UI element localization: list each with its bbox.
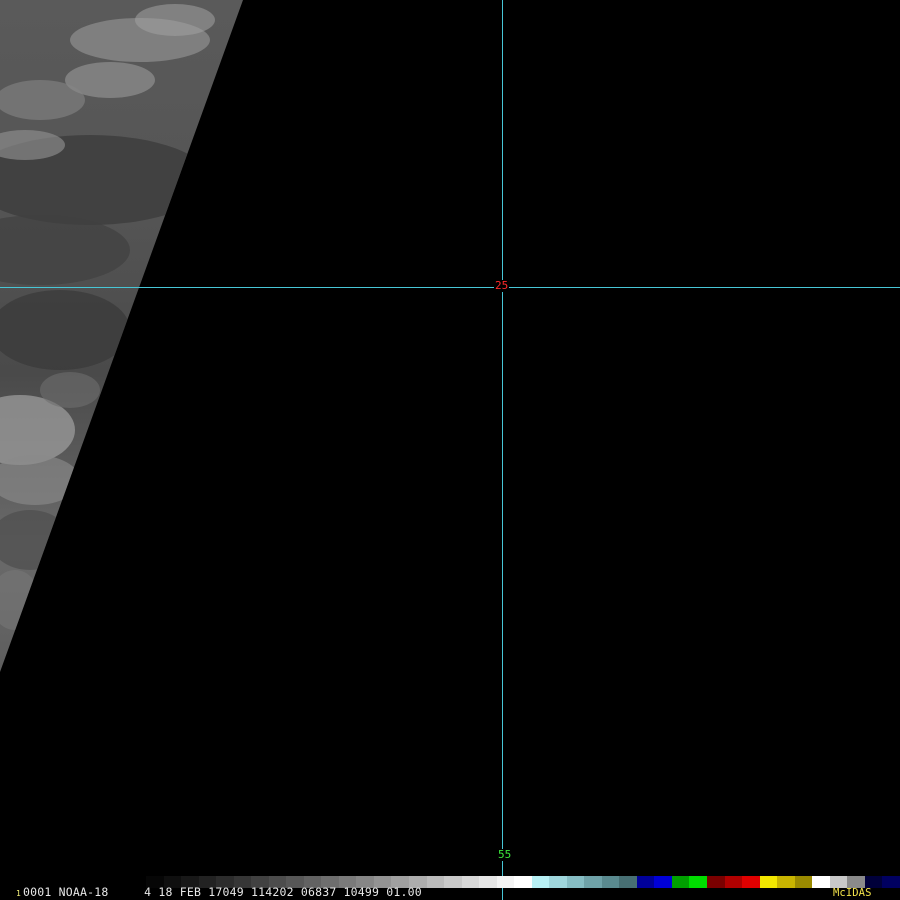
latitude-grid-line <box>0 287 900 288</box>
color-scale-segment <box>514 876 532 888</box>
color-scale-segment <box>777 876 795 888</box>
color-scale-segment <box>496 876 515 888</box>
status-bar: 1 0001 NOAA-18 4 18 FEB 17049 114202 068… <box>0 876 900 900</box>
satellite-imagery <box>0 0 243 672</box>
color-scale-segment <box>707 876 725 888</box>
color-scale-segment <box>794 876 813 888</box>
color-scale-segment <box>601 876 620 888</box>
longitude-label: 55 <box>497 848 513 861</box>
color-scale-segment <box>689 876 707 888</box>
color-scale-segment <box>812 876 830 888</box>
longitude-grid-line <box>502 0 503 900</box>
color-scale-segment <box>882 876 900 888</box>
color-scale-segment <box>531 876 550 888</box>
color-scale-segment <box>724 876 743 888</box>
satellite-image-viewer: 25 55 1 0001 NOAA-18 4 18 FEB 17049 1142… <box>0 0 900 900</box>
color-scale-segment <box>654 876 672 888</box>
latitude-label: 25 <box>494 279 510 292</box>
frame-marker: 1 <box>16 889 21 898</box>
color-scale-segment <box>619 876 637 888</box>
color-scale-segment <box>426 876 445 888</box>
color-scale-segment <box>759 876 778 888</box>
color-scale-segment <box>444 876 462 888</box>
software-label: McIDAS <box>833 887 872 899</box>
color-scale-segment <box>584 876 602 888</box>
color-scale-segment <box>742 876 760 888</box>
color-scale-segment <box>636 876 655 888</box>
color-scale-segment <box>671 876 690 888</box>
color-scale-segment <box>479 876 497 888</box>
satellite-swath <box>0 0 243 672</box>
image-status-line: 0001 NOAA-18 4 18 FEB 17049 114202 06837… <box>23 885 422 899</box>
color-scale-segment <box>566 876 585 888</box>
color-scale-segment <box>461 876 480 888</box>
color-scale-segment <box>549 876 567 888</box>
